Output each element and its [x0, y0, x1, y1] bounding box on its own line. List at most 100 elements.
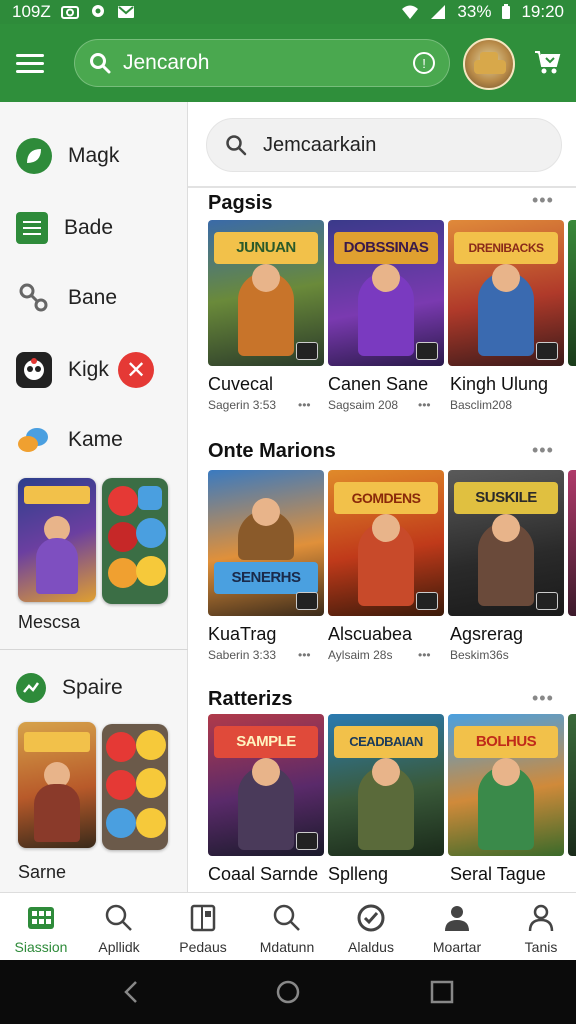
game-card-art[interactable]: DOBSSINAS	[328, 220, 444, 366]
drawer-item-magk[interactable]: Magk	[16, 132, 184, 180]
game-card-title: Cuvecal	[208, 374, 274, 394]
game-card-art[interactable]: SENERHS	[208, 470, 324, 616]
game-banner: DRENIBACKS	[454, 232, 558, 264]
nav-item-apllidk[interactable]: Apllidk	[78, 893, 160, 961]
game-card-art[interactable]: BOLHUS	[448, 714, 564, 856]
game-banner: DOBSSINAS	[334, 232, 438, 264]
content-search-bar[interactable]: Jemcaarkain	[206, 118, 562, 172]
game-card-art[interactable]: SUSKILE	[448, 470, 564, 616]
game-card-art[interactable]: JUNUAN	[208, 220, 324, 366]
leaf-icon	[16, 138, 52, 174]
search-icon	[273, 904, 300, 931]
game-tile[interactable]	[18, 722, 96, 848]
content-search-input[interactable]: Jemcaarkain	[263, 134, 376, 157]
back-icon[interactable]	[118, 978, 146, 1006]
top-search-input[interactable]: Jencaroh	[123, 51, 413, 75]
recents-icon[interactable]	[428, 978, 456, 1006]
more-options-icon[interactable]: •••	[532, 440, 554, 461]
close-icon[interactable]: ✕	[118, 352, 154, 388]
drawer-item-kame[interactable]: Kame	[16, 416, 184, 464]
nav-label: Pedaus	[179, 939, 227, 955]
drawer-item-kigk[interactable]: Kigk	[16, 346, 184, 394]
bottom-nav: Siassion Apllidk Pedaus Mdatunn Alaldus …	[0, 892, 576, 960]
drawer-item-label: Kigk	[68, 358, 109, 381]
game-card-art[interactable]: GOMDENS	[328, 470, 444, 616]
mail-icon	[117, 6, 134, 18]
menu-icon[interactable]	[16, 54, 44, 74]
more-options-icon[interactable]: •••	[298, 398, 311, 412]
emoji-icon	[138, 486, 162, 510]
nav-item-siassion[interactable]: Siassion	[0, 893, 82, 961]
grid-icon	[28, 907, 54, 929]
wifi-icon	[402, 5, 419, 19]
game-banner: JUNUAN	[214, 232, 318, 264]
more-options-icon[interactable]: •••	[418, 648, 431, 662]
section-title: Onte Marions	[208, 440, 336, 462]
battery-percent: 33%	[457, 2, 492, 21]
emoji-app-tile[interactable]	[102, 724, 168, 850]
emoji-icon	[106, 808, 136, 838]
nav-item-alaldus[interactable]: Alaldus	[330, 893, 412, 961]
emoji-icon	[108, 486, 138, 516]
content-divider	[188, 186, 576, 188]
drawer-item-label: Bade	[64, 216, 114, 239]
more-options-icon[interactable]: •••	[532, 190, 554, 211]
nav-item-pedaus[interactable]: Pedaus	[162, 893, 244, 961]
more-options-icon[interactable]: •••	[532, 688, 554, 709]
search-icon	[90, 53, 111, 74]
emoji-app-tile[interactable]	[102, 478, 168, 604]
location-icon	[91, 5, 104, 17]
person-outline-icon	[528, 904, 554, 932]
game-card-title: Seral Tague	[450, 864, 546, 884]
more-options-icon[interactable]: •••	[298, 648, 311, 662]
app-screen: 109Z 33% 19:20 Jencaroh ! Magk Bade Bane…	[0, 0, 576, 1024]
drawer-item-label: Bane	[68, 286, 118, 309]
avatar[interactable]	[463, 38, 515, 90]
system-nav-bar	[0, 960, 576, 1024]
game-card-art-partial[interactable]	[568, 714, 576, 856]
book-icon	[190, 904, 216, 932]
drawer-section-caption: Sarne	[18, 862, 67, 882]
game-card-art[interactable]: CEADBAIAN	[328, 714, 444, 856]
main-content: Jemcaarkain Pagsis ••• JUNUAN DOBSSINAS …	[188, 102, 576, 892]
nav-item-mdatunn[interactable]: Mdatunn	[246, 893, 328, 961]
camera-icon	[60, 6, 79, 19]
emoji-icon	[136, 808, 166, 838]
nav-item-moartar[interactable]: Moartar	[416, 893, 498, 961]
game-banner: SENERHS	[214, 562, 318, 594]
emoji-icon	[108, 522, 138, 552]
emoji-icon	[136, 730, 166, 760]
drawer-item-bane[interactable]: Bane	[16, 274, 184, 322]
drawer-item-spaire[interactable]: Spaire	[16, 664, 184, 712]
info-icon[interactable]: !	[413, 52, 435, 74]
cart-icon[interactable]	[532, 46, 562, 76]
game-banner: SAMPLE	[214, 726, 318, 758]
game-card-subtitle: Sagerin 3:53	[208, 398, 277, 412]
game-card-art[interactable]: SAMPLE	[208, 714, 324, 856]
search-icon	[105, 904, 132, 931]
game-card-subtitle: Beskim36s	[450, 648, 509, 662]
nav-label: Moartar	[432, 939, 482, 955]
game-card-title: Splleng	[328, 864, 389, 884]
section-title: Pagsis	[208, 192, 273, 214]
emoji-icon	[106, 732, 136, 762]
game-tile[interactable]	[18, 478, 96, 602]
emoji-icon	[108, 558, 138, 588]
game-card-art-partial[interactable]	[568, 470, 576, 616]
nav-label: Apllidk	[98, 939, 140, 955]
nav-label: Siassion	[14, 939, 68, 955]
nav-label: Tanis	[524, 939, 558, 955]
game-card-art-partial[interactable]	[568, 220, 576, 366]
status-time-left: 109Z	[12, 2, 51, 21]
drawer-item-bade[interactable]: Bade	[16, 204, 184, 252]
game-banner: BOLHUS	[454, 726, 558, 758]
top-search-bar[interactable]: Jencaroh !	[74, 39, 450, 87]
game-card-art[interactable]: DRENIBACKS	[448, 220, 564, 366]
home-icon[interactable]	[274, 978, 302, 1006]
game-card-subtitle: Sagsaim 208	[328, 398, 399, 412]
game-banner: SUSKILE	[454, 482, 558, 514]
game-card-title: Coaal Sarnde	[208, 864, 319, 884]
nav-item-tanis[interactable]: Tanis	[500, 893, 576, 961]
more-options-icon[interactable]: •••	[418, 398, 431, 412]
game-card-subtitle: Aylsaim 28s	[328, 648, 393, 662]
